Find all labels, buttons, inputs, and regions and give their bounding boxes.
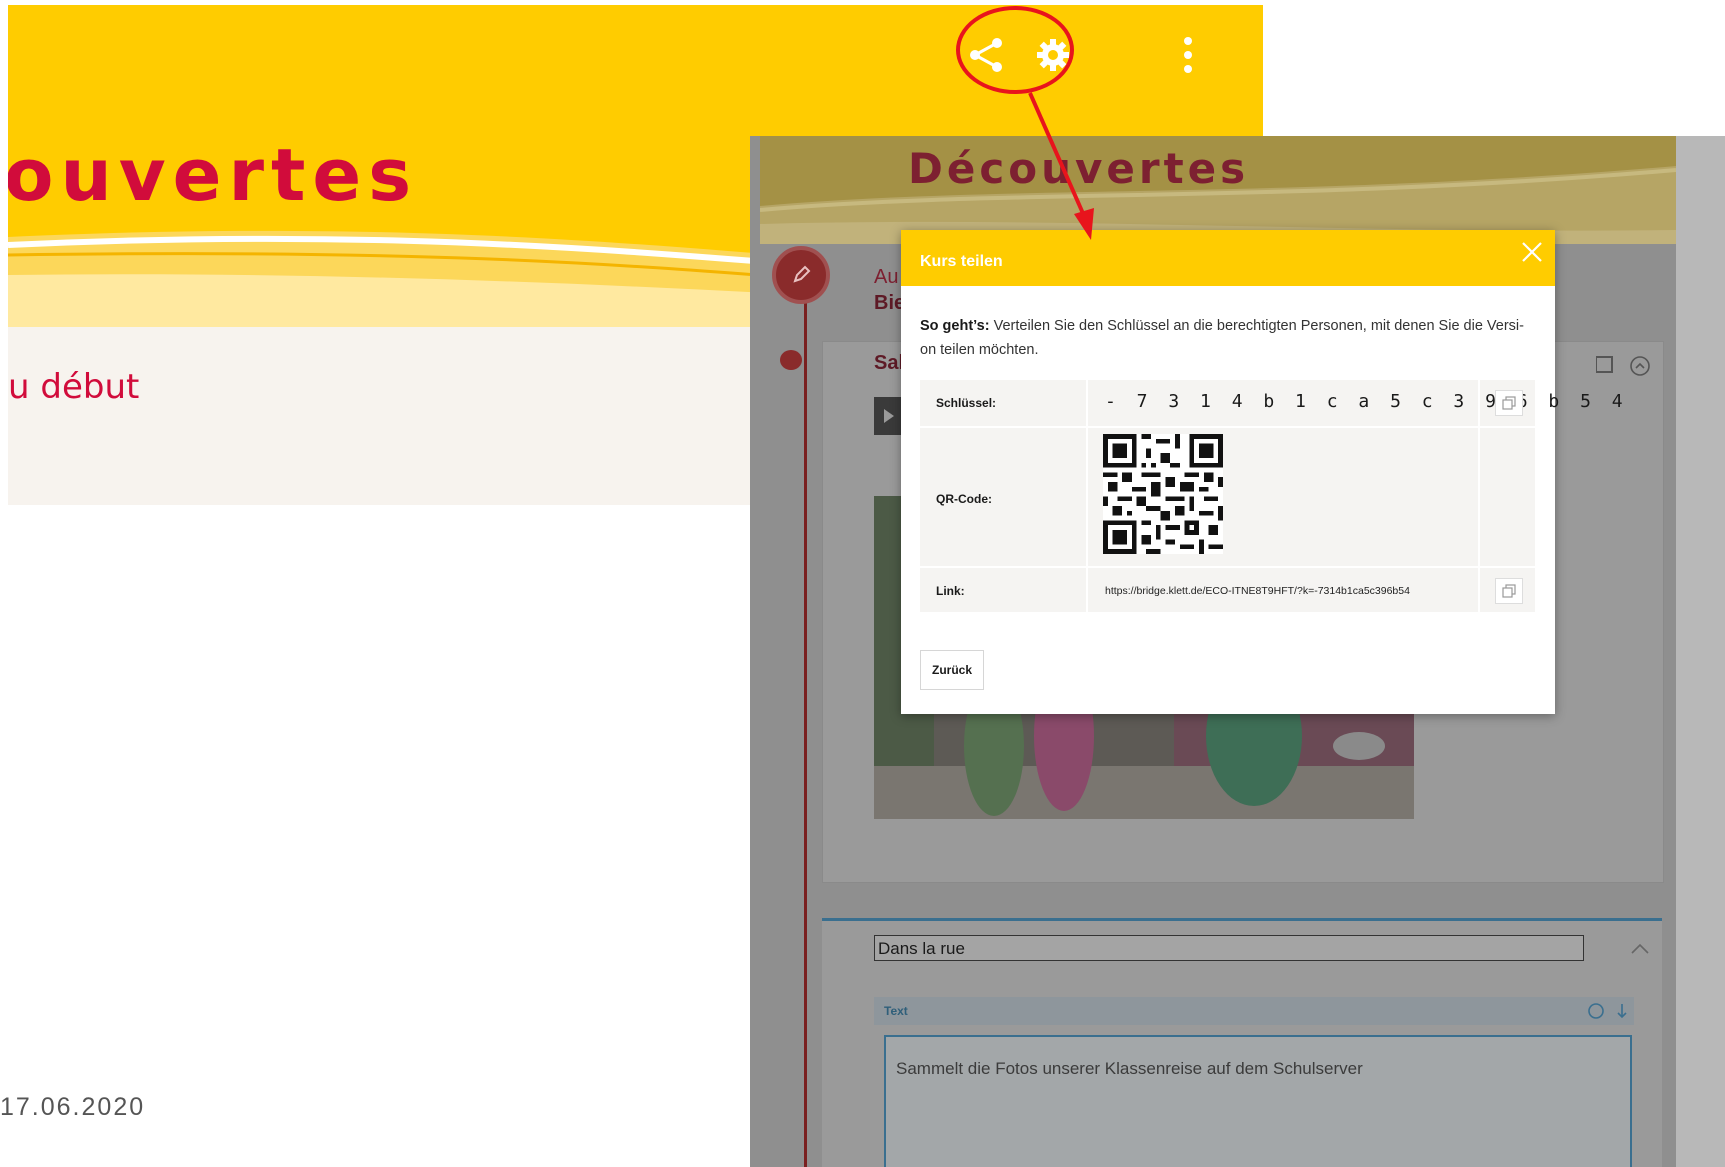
share-link[interactable]: https://bridge.klett.de/ECO-ITNE8T9HFT/?… (1105, 585, 1410, 597)
key-label: Schlüssel: (936, 396, 997, 410)
share-course-dialog: Kurs teilen So geht’s: Verteilen Sie den… (901, 230, 1623, 714)
white-margin (1263, 0, 1725, 130)
row-divider (1478, 568, 1480, 612)
dialog-header: Kurs teilen (901, 230, 1555, 286)
link-label: Link: (936, 584, 965, 598)
background-header-icons (958, 27, 1218, 83)
key-value: - 7 3 1 4 b 1 c a 5 c 3 9 6 b 5 4 (1105, 391, 1628, 412)
app-page-title: Découvertes (908, 144, 1250, 193)
instruction-bold: So geht’s: (920, 318, 990, 334)
topic-title-input[interactable]: Dans la rue (874, 935, 1584, 961)
instruction-text: Verteilen Sie den Schlüssel an die berec… (920, 318, 1524, 358)
app-right-strip (1676, 136, 1725, 1167)
block-settings-icon[interactable] (1586, 1001, 1630, 1021)
text-block-body[interactable]: Sammelt die Fotos unserer Klassenreise a… (884, 1035, 1632, 1167)
copy-link-button[interactable] (1495, 578, 1523, 604)
collapse-icon[interactable] (1630, 356, 1650, 376)
chevron-up-icon[interactable] (1630, 941, 1650, 955)
lesson-section-label: Sal (874, 352, 905, 374)
dialog-instruction: So geht’s: Verteilen Sie den Schlüssel a… (920, 314, 1535, 362)
note-icon[interactable] (1596, 356, 1613, 373)
key-row: Schlüssel: - 7 3 1 4 b 1 c a 5 c 3 9 6 b… (920, 380, 1623, 426)
row-divider (1478, 380, 1480, 426)
text-block-type-label: Text (884, 1004, 908, 1018)
qr-code-image (1103, 434, 1223, 554)
dialog-title: Kurs teilen (920, 253, 1003, 270)
row-divider (1086, 428, 1088, 566)
row-divider (1086, 568, 1088, 612)
share-icon[interactable] (958, 27, 1014, 83)
play-icon (884, 409, 894, 423)
gear-icon[interactable] (1028, 27, 1078, 83)
timeline-line (804, 266, 807, 1167)
text-block-header: Text (874, 997, 1634, 1025)
back-button[interactable]: Zurück (920, 650, 984, 690)
background-page-subtitle: u début (8, 367, 140, 407)
more-vertical-icon[interactable] (1173, 27, 1203, 83)
footer-date: 17.06.2020 (0, 1093, 146, 1121)
topic-card: Dans la rue Text Sammelt die Fotos unser… (822, 918, 1662, 1167)
visibility-icon[interactable] (780, 350, 802, 370)
pencil-icon (793, 265, 811, 283)
copy-key-button[interactable] (1495, 390, 1523, 416)
row-divider (1478, 428, 1480, 566)
close-icon[interactable] (1519, 239, 1545, 265)
edit-button[interactable] (772, 246, 830, 304)
card-tools (1596, 356, 1650, 376)
copy-icon (1502, 396, 1516, 410)
link-row: Link: https://bridge.klett.de/ECO-ITNE8T… (920, 568, 1535, 612)
qr-row: QR-Code: (920, 428, 1535, 566)
qr-label: QR-Code: (936, 492, 992, 506)
row-divider (1086, 380, 1088, 426)
copy-icon (1502, 584, 1516, 598)
play-button[interactable] (874, 397, 904, 435)
app-header: Découvertes (760, 136, 1676, 244)
lesson-card-heading: Au (874, 266, 899, 288)
